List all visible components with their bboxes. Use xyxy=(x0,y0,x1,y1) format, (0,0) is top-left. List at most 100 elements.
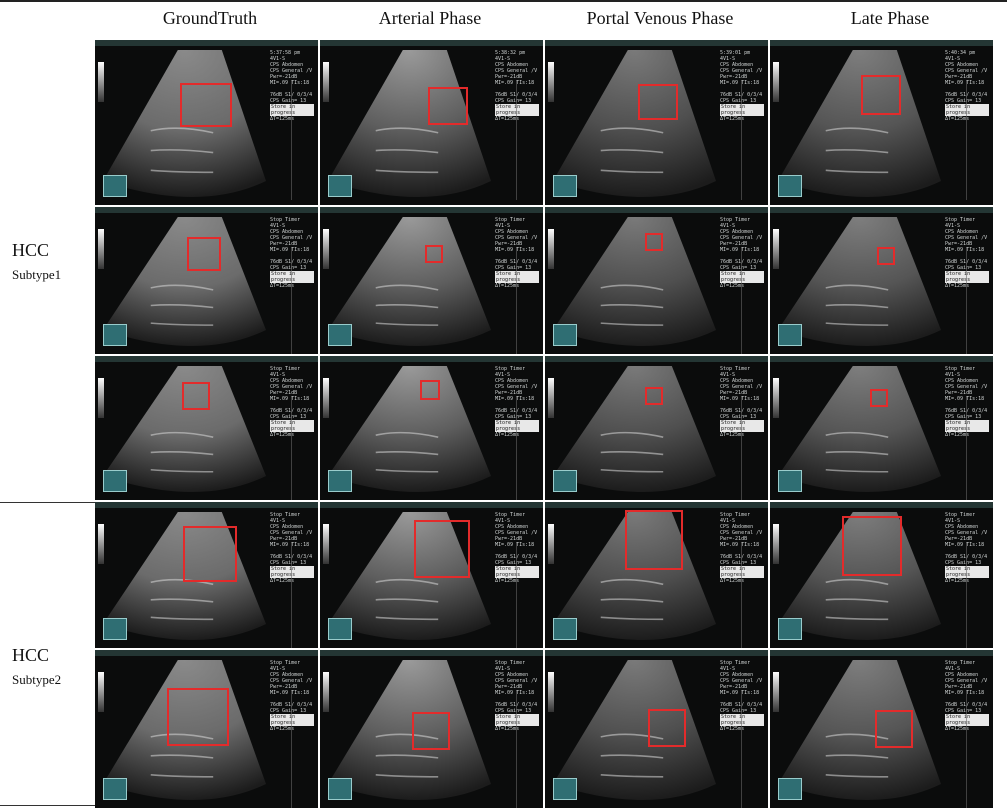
lesion-roi-box xyxy=(645,233,663,251)
body-marker-icon xyxy=(778,324,802,346)
lesion-roi-box xyxy=(645,387,663,405)
info-line: MI=.09 TIs:18 xyxy=(720,396,760,402)
store-badge: Store in progress xyxy=(495,566,539,578)
ultrasound-image xyxy=(778,50,941,197)
info-line: ΔT=125ms xyxy=(945,116,970,122)
gray-scale-bar xyxy=(548,524,554,564)
body-marker-icon xyxy=(778,470,802,492)
body-marker-icon xyxy=(553,778,577,800)
depth-line xyxy=(741,542,742,648)
scanner-info-panel: 5:40:34 pm 4V1-S CPS Abdomen CPS General /V… xyxy=(945,50,989,122)
lesion-roi-box xyxy=(420,380,440,400)
group-sublabel: Subtype1 xyxy=(12,267,62,282)
ultrasound-panel: Stop Timer 4V1-S CPS Abdomen CPS General /V… xyxy=(95,502,318,648)
info-line: ΔT=125ms xyxy=(945,432,970,438)
info-line: ΔT=125ms xyxy=(495,578,520,584)
ultrasound-image xyxy=(328,217,491,346)
ultrasound-grid: 5:37:58 pm 4V1-S CPS Abdomen CPS General /V… xyxy=(95,40,1007,808)
ultrasound-image xyxy=(778,217,941,346)
store-badge: Store in progress xyxy=(720,566,764,578)
body-marker-icon xyxy=(553,324,577,346)
depth-line xyxy=(966,396,967,500)
info-line: Store in progress xyxy=(720,420,764,432)
scanner-info-panel: Stop Timer 4V1-S CPS Abdomen CPS General /V… xyxy=(495,660,539,732)
scanner-info-panel: 5:37:58 pm 4V1-S CPS Abdomen CPS General /V… xyxy=(270,50,314,122)
ultrasound-panel: Stop Timer 4V1-S CPS Abdomen CPS General /V… xyxy=(545,356,768,500)
depth-line xyxy=(966,247,967,354)
body-marker-icon xyxy=(778,618,802,640)
info-line: Store in progress xyxy=(495,104,539,116)
body-marker-icon xyxy=(328,778,352,800)
gray-scale-bar xyxy=(773,524,779,564)
info-line: Store in progress xyxy=(495,714,539,726)
depth-line xyxy=(516,247,517,354)
ultrasound-panel: 5:38:32 pm 4V1-S CPS Abdomen CPS General /V… xyxy=(320,40,543,205)
lesion-roi-box xyxy=(638,84,678,120)
depth-line xyxy=(516,80,517,200)
info-line: Store in progress xyxy=(270,104,314,116)
store-badge: Store in progress xyxy=(495,714,539,726)
scanner-info-panel: 5:38:32 pm 4V1-S CPS Abdomen CPS General /V… xyxy=(495,50,539,122)
info-line: ΔT=125ms xyxy=(720,432,745,438)
lesion-roi-box xyxy=(182,382,210,410)
body-marker-icon xyxy=(328,618,352,640)
gray-scale-bar xyxy=(98,62,104,102)
store-badge: Store in progress xyxy=(270,566,314,578)
info-line: Store in progress xyxy=(270,566,314,578)
lesion-roi-box xyxy=(412,712,450,750)
scanner-info-panel: Stop Timer 4V1-S CPS Abdomen CPS General /V… xyxy=(270,217,314,289)
gray-scale-bar xyxy=(548,229,554,269)
scanner-info-panel: Stop Timer 4V1-S CPS Abdomen CPS General /V… xyxy=(495,512,539,584)
depth-line xyxy=(291,690,292,808)
lesion-roi-box xyxy=(183,526,237,582)
scanner-info-panel: Stop Timer 4V1-S CPS Abdomen CPS General /V… xyxy=(720,217,764,289)
ultrasound-panel: Stop Timer 4V1-S CPS Abdomen CPS General /V… xyxy=(545,207,768,354)
store-badge: Store in progress xyxy=(495,420,539,432)
info-line: MI=.09 TIs:18 xyxy=(945,396,985,402)
info-line: ΔT=125ms xyxy=(270,578,295,584)
ultrasound-panel: Stop Timer 4V1-S CPS Abdomen CPS General /V… xyxy=(545,502,768,648)
store-badge: Store in progress xyxy=(720,714,764,726)
ultrasound-image xyxy=(553,50,716,197)
store-badge: Store in progress xyxy=(945,104,989,116)
info-line: ΔT=125ms xyxy=(270,726,295,732)
ultrasound-image xyxy=(553,217,716,346)
ultrasound-panel: Stop Timer 4V1-S CPS Abdomen CPS General /V… xyxy=(95,356,318,500)
lesion-roi-box xyxy=(428,87,468,125)
lesion-roi-box xyxy=(625,510,683,570)
gray-scale-bar xyxy=(98,229,104,269)
scanner-info-panel: Stop Timer 4V1-S CPS Abdomen CPS General /V… xyxy=(945,217,989,289)
depth-line xyxy=(741,690,742,808)
info-line: ΔT=125ms xyxy=(495,726,520,732)
group-sublabel: Subtype2 xyxy=(12,672,62,687)
info-line: MI=.09 TIs:18 xyxy=(495,690,535,696)
info-line: Store in progress xyxy=(495,420,539,432)
scanner-info-panel: Stop Timer 4V1-S CPS Abdomen CPS General /V… xyxy=(270,366,314,438)
depth-line xyxy=(741,396,742,500)
info-line: MI=.09 TIs:18 xyxy=(270,542,310,548)
info-line: ΔT=125ms xyxy=(720,578,745,584)
scanner-info-panel: Stop Timer 4V1-S CPS Abdomen CPS General /V… xyxy=(945,660,989,732)
info-line: Store in progress xyxy=(270,420,314,432)
scanner-info-panel: Stop Timer 4V1-S CPS Abdomen CPS General /V… xyxy=(720,660,764,732)
info-line: ΔT=125ms xyxy=(720,283,745,289)
store-badge: Store in progress xyxy=(270,420,314,432)
gray-scale-bar xyxy=(773,62,779,102)
ultrasound-image xyxy=(553,366,716,492)
info-line: Store in progress xyxy=(720,271,764,283)
info-line: ΔT=125ms xyxy=(495,283,520,289)
body-marker-icon xyxy=(103,324,127,346)
ultrasound-panel: Stop Timer 4V1-S CPS Abdomen CPS General /V… xyxy=(770,650,993,808)
depth-line xyxy=(291,542,292,648)
info-line: MI=.09 TIs:18 xyxy=(270,247,310,253)
scanner-info-panel: Stop Timer 4V1-S CPS Abdomen CPS General /V… xyxy=(945,366,989,438)
info-line: Store in progress xyxy=(945,420,989,432)
info-line: MI=.09 TIs:18 xyxy=(720,690,760,696)
body-marker-icon xyxy=(553,618,577,640)
info-line: MI=.09 TIs:18 xyxy=(495,542,535,548)
ultrasound-panel: Stop Timer 4V1-S CPS Abdomen CPS General /V… xyxy=(770,502,993,648)
scanner-info-panel: Stop Timer 4V1-S CPS Abdomen CPS General /V… xyxy=(945,512,989,584)
info-line: Store in progress xyxy=(495,271,539,283)
lesion-roi-box xyxy=(180,83,232,127)
lesion-roi-box xyxy=(842,516,902,576)
